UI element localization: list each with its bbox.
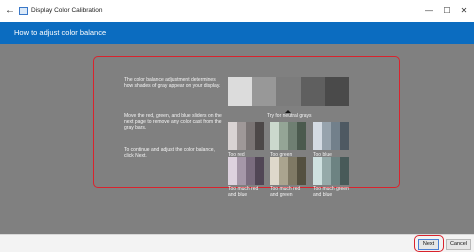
color-stripe: [270, 157, 279, 185]
color-stripe: [340, 122, 349, 150]
color-stripe: [313, 157, 322, 185]
back-arrow-icon[interactable]: ←: [3, 4, 17, 18]
page-title: How to adjust color balance: [14, 28, 107, 37]
color-stripe: [237, 122, 246, 150]
close-button[interactable]: ✕: [457, 4, 471, 18]
color-stripe: [322, 122, 331, 150]
gray-swatch: [324, 77, 350, 106]
color-stripe: [322, 157, 331, 185]
color-stripe: [279, 122, 288, 150]
maximize-button[interactable]: ☐: [440, 4, 454, 18]
gray-swatch: [228, 77, 253, 106]
color-stripe: [228, 122, 237, 150]
color-stripe: [255, 157, 264, 185]
color-stripe: [288, 122, 297, 150]
sample-too-much-green-blue: [313, 157, 349, 185]
sample-too-much-red-blue: [228, 157, 264, 185]
instruction-text: Move the red, green, and blue sliders on…: [124, 113, 222, 132]
sample-label: Too much red and green: [270, 186, 301, 198]
sample-too-green: [270, 122, 306, 150]
color-stripe: [279, 157, 288, 185]
display-app-icon: [19, 7, 28, 15]
color-stripe: [288, 157, 297, 185]
color-stripe: [237, 157, 246, 185]
title-bar: ← Display Color Calibration — ☐ ✕: [0, 0, 474, 22]
instruction-text: The color balance adjustment determines …: [124, 77, 221, 90]
neutral-grays-label: Try for neutral grays: [267, 113, 312, 119]
color-stripe: [255, 122, 264, 150]
window-title: Display Color Calibration: [31, 7, 103, 14]
cancel-button[interactable]: Cancel: [446, 239, 471, 250]
color-stripe: [228, 157, 237, 185]
next-button[interactable]: Next: [418, 239, 439, 250]
sample-too-much-red-green: [270, 157, 306, 185]
footer-bar: [0, 234, 474, 252]
sample-too-blue: [313, 122, 349, 150]
neutral-gray-bars: [228, 77, 350, 106]
page-header: How to adjust color balance: [0, 22, 474, 44]
color-stripe: [313, 122, 322, 150]
gray-swatch: [252, 77, 277, 106]
color-stripe: [340, 157, 349, 185]
color-stripe: [297, 157, 306, 185]
color-stripe: [246, 157, 255, 185]
color-stripe: [246, 122, 255, 150]
instruction-text: To continue and adjust the color balance…: [124, 147, 215, 160]
sample-label: Too much red and blue: [228, 186, 259, 198]
color-stripe: [331, 122, 340, 150]
minimize-button[interactable]: —: [422, 4, 436, 18]
sample-too-red: [228, 122, 264, 150]
gray-swatch: [300, 77, 325, 106]
sample-label: Too much green and blue: [313, 186, 349, 198]
color-stripe: [297, 122, 306, 150]
gray-swatch: [276, 77, 301, 106]
color-stripe: [270, 122, 279, 150]
color-stripe: [331, 157, 340, 185]
